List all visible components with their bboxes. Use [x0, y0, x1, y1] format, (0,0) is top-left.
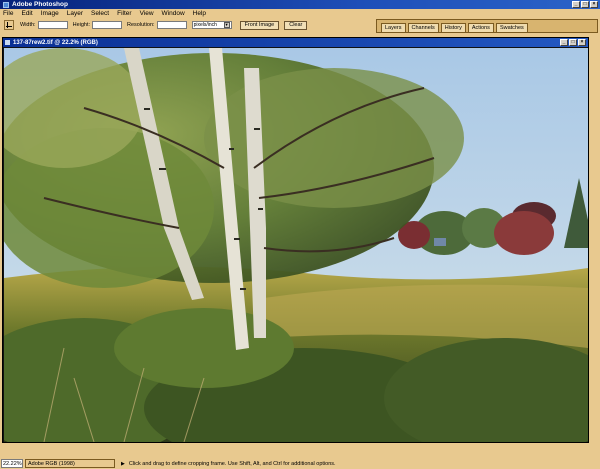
play-arrow-icon: ▶	[121, 460, 125, 467]
height-input[interactable]	[92, 21, 123, 29]
width-label: Width:	[20, 22, 36, 28]
document-window-controls: _ □ ×	[560, 39, 586, 46]
app-titlebar: Adobe Photoshop _ □ ×	[0, 0, 600, 9]
maximize-icon[interactable]: □	[581, 1, 589, 8]
resolution-input[interactable]	[156, 21, 187, 29]
tab-actions[interactable]: Actions	[467, 23, 494, 32]
doc-minimize-icon[interactable]: _	[560, 39, 568, 46]
resolution-unit-select[interactable]: pixels/inch ▼	[191, 21, 232, 29]
menu-window[interactable]: Window	[162, 10, 185, 17]
tab-channels[interactable]: Channels	[407, 23, 439, 32]
resolution-label: Resolution:	[127, 22, 155, 28]
menu-view[interactable]: View	[140, 10, 154, 17]
status-hint: Click and drag to define cropping frame.…	[128, 460, 336, 467]
minimize-icon[interactable]: _	[572, 1, 580, 8]
chevron-down-icon: ▼	[223, 22, 230, 28]
app-window-controls: _ □ ×	[572, 1, 598, 8]
menu-file[interactable]: File	[3, 10, 13, 17]
width-input[interactable]	[37, 21, 68, 29]
zoom-field[interactable]: 22.22%	[1, 459, 23, 468]
height-label: Height:	[72, 22, 91, 28]
tab-swatches[interactable]: Swatches	[495, 23, 528, 32]
menu-image[interactable]: Image	[41, 10, 59, 17]
doc-maximize-icon[interactable]: □	[569, 39, 577, 46]
palette-well: Layers Channels History Actions Swatches	[376, 19, 598, 33]
menu-filter[interactable]: Filter	[117, 10, 131, 17]
clear-button[interactable]: Clear	[284, 20, 308, 30]
document-window: 137-87rew2.tif @ 22.2% (RGB) _ □ ×	[2, 37, 589, 443]
tab-layers[interactable]: Layers	[381, 23, 406, 32]
document-icon	[5, 40, 10, 45]
app-title: Adobe Photoshop	[12, 1, 68, 8]
options-bar: Width: Height: Resolution: pixels/inch ▼…	[0, 18, 375, 32]
menu-edit[interactable]: Edit	[21, 10, 32, 17]
landscape-photo	[4, 48, 588, 442]
document-title: 137-87rew2.tif @ 22.2% (RGB)	[13, 39, 98, 46]
image-canvas[interactable]	[4, 48, 588, 442]
menu-select[interactable]: Select	[91, 10, 109, 17]
front-image-button[interactable]: Front Image	[239, 20, 280, 30]
status-bar: 22.22% Adobe RGB (1998) ▶ Click and drag…	[0, 458, 600, 469]
menu-help[interactable]: Help	[193, 10, 206, 17]
document-titlebar[interactable]: 137-87rew2.tif @ 22.2% (RGB) _ □ ×	[3, 38, 588, 47]
document-info[interactable]: Adobe RGB (1998)	[25, 459, 115, 468]
crop-tool-icon[interactable]	[4, 20, 14, 30]
menu-layer[interactable]: Layer	[67, 10, 83, 17]
photoshop-logo-icon	[3, 1, 9, 8]
close-icon[interactable]: ×	[590, 1, 598, 8]
resolution-unit-value: pixels/inch	[193, 22, 217, 28]
doc-close-icon[interactable]: ×	[578, 39, 586, 46]
tab-history[interactable]: History	[440, 23, 466, 32]
menu-bar: File Edit Image Layer Select Filter View…	[0, 9, 375, 18]
